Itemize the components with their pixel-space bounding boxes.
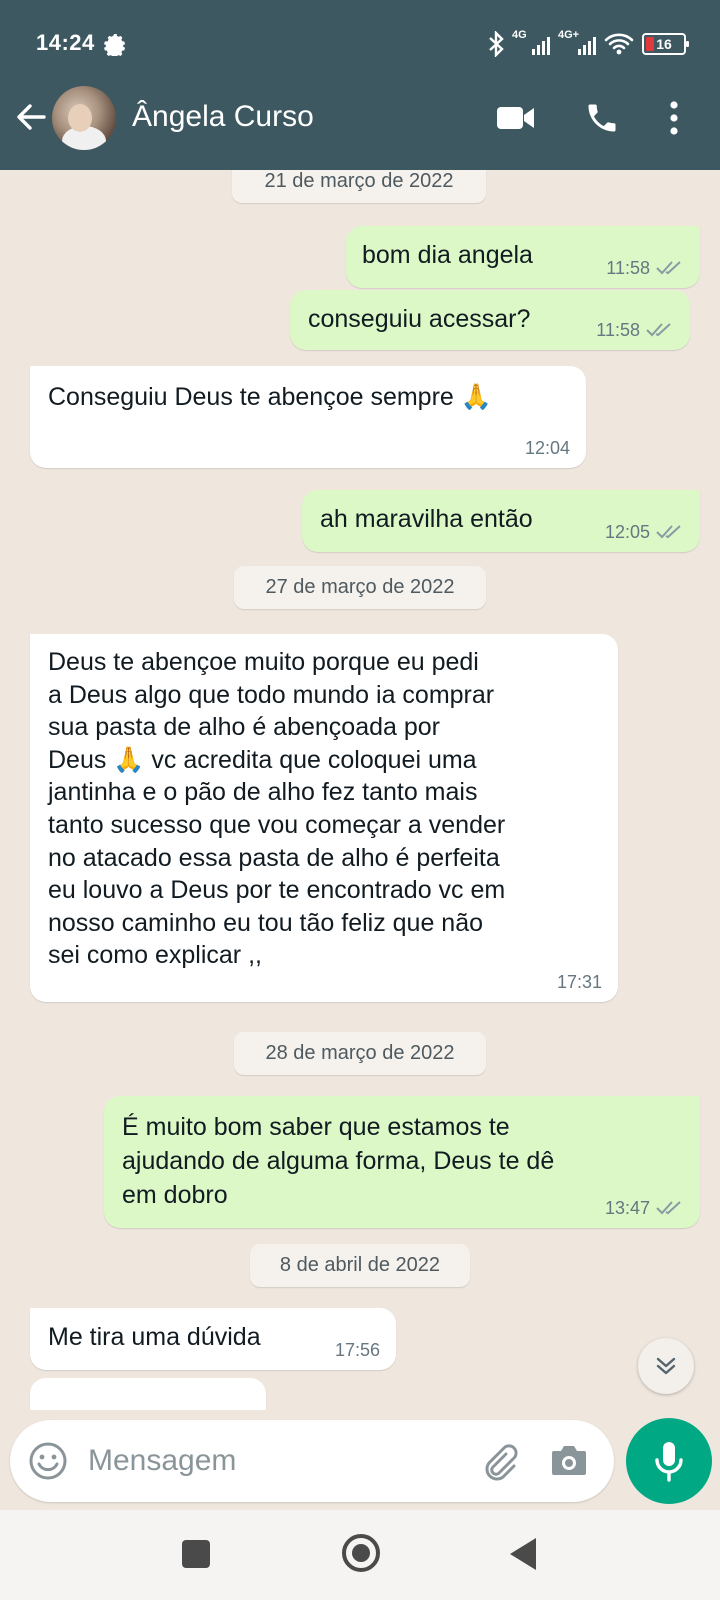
message-line: É muito bom saber que estamos te	[122, 1113, 510, 1141]
message-line: em dobro	[122, 1181, 228, 1209]
double-check-icon	[656, 261, 681, 275]
message-line: ajudando de alguma forma, Deus te dê	[122, 1147, 555, 1175]
chat-header: 14:24 4G 4G+ 16 Ângela Curso	[0, 0, 720, 170]
message-time: 11:58	[606, 258, 650, 278]
message-list[interactable]: 21 de março de 2022 bom dia angela 11:58…	[0, 170, 720, 1410]
emoji-icon[interactable]	[28, 1441, 68, 1481]
message-meta: 11:58	[606, 258, 684, 278]
signal-icon-2: 4G+	[558, 29, 596, 55]
status-time: 14:24	[36, 30, 95, 55]
message-line: no atacado essa pasta de alho é perfeita	[48, 843, 500, 872]
battery-icon: 16	[642, 33, 689, 55]
bluetooth-icon	[489, 31, 504, 57]
camera-icon[interactable]	[550, 1442, 588, 1478]
message-line: nosso caminho eu tou tão feliz que não	[48, 908, 484, 937]
system-icons: 4G 4G+ 16	[488, 29, 689, 58]
more-options-icon[interactable]	[668, 100, 680, 136]
message-composer	[10, 1420, 614, 1502]
message-input[interactable]	[88, 1436, 468, 1486]
message-line: Deus te abençoe muito porque eu pedi	[48, 648, 479, 676]
message-line: tanto sucesso que vou começar a vender	[48, 810, 506, 839]
phone-icon[interactable]	[584, 100, 620, 136]
avatar[interactable]	[52, 86, 116, 150]
message-line: eu louvo a Deus por te encontrado vc em	[48, 876, 506, 905]
signal-icon: 4G	[512, 29, 550, 55]
message-meta: 11:58	[596, 320, 674, 340]
date-separator: 8 de abril de 2022	[250, 1244, 470, 1287]
message-text: Me tira uma dúvida	[48, 1323, 261, 1351]
microphone-button[interactable]	[626, 1418, 712, 1504]
status-bar: 14:24 4G 4G+ 16	[0, 0, 720, 88]
message-incoming[interactable]: Me tira uma dúvida 17:56	[30, 1308, 396, 1370]
scroll-to-bottom-button[interactable]	[638, 1338, 694, 1394]
message-incoming[interactable]: Conseguiu Deus te abençoe sempre 🙏 12:04	[30, 366, 586, 468]
message-line: sei como explicar ,,	[48, 941, 262, 970]
double-check-icon	[656, 525, 681, 539]
message-meta: 12:04	[525, 438, 570, 458]
network-type-1: 4G	[512, 29, 527, 41]
message-time: 17:31	[556, 972, 602, 992]
message-line: a Deus algo que todo mundo ia comprar	[48, 680, 495, 709]
date-separator: 28 de março de 2022	[234, 1032, 486, 1075]
home-button[interactable]	[342, 1534, 380, 1572]
back-arrow-icon[interactable]	[14, 100, 48, 134]
microphone-icon	[655, 1442, 683, 1482]
message-time: 12:05	[604, 522, 650, 542]
chevron-double-down-icon	[656, 1357, 676, 1375]
network-type-2: 4G+	[558, 29, 580, 41]
message-meta: 17:56	[335, 1340, 380, 1360]
message-line: sua pasta de alho é abençoada por	[48, 713, 440, 742]
double-check-icon	[646, 323, 671, 337]
wifi-icon	[604, 33, 634, 55]
system-navigation-bar	[0, 1510, 720, 1600]
video-call-icon[interactable]	[496, 104, 536, 132]
message-line: Deus 🙏 vc acredita que coloquei uma	[48, 745, 477, 774]
message-line: jantinha e o pão de alho fez tanto mais	[48, 778, 478, 807]
message-meta: 12:05	[605, 522, 684, 542]
double-check-icon	[656, 1201, 681, 1215]
date-separator: 21 de março de 2022	[232, 170, 486, 203]
message-time: 12:04	[524, 438, 570, 458]
attachment-icon[interactable]	[478, 1440, 520, 1482]
message-outgoing[interactable]: É muito bom saber que estamos te ajudand…	[104, 1096, 700, 1228]
message-time: 17:56	[334, 1340, 380, 1360]
message-outgoing[interactable]: ah maravilha então 12:05	[302, 490, 700, 552]
recent-apps-button[interactable]	[182, 1540, 210, 1568]
message-time: 13:47	[604, 1198, 650, 1218]
date-separator: 27 de março de 2022	[234, 566, 486, 609]
message-text: Conseguiu Deus te abençoe sempre 🙏	[48, 383, 492, 411]
contact-name[interactable]: Ângela Curso	[132, 100, 314, 134]
system-back-button[interactable]	[510, 1538, 536, 1570]
message-meta: 13:47	[605, 1198, 684, 1218]
message-outgoing[interactable]: conseguiu acessar? 11:58	[290, 290, 690, 350]
message-meta: 17:31	[557, 972, 602, 992]
battery-level: 16	[656, 36, 672, 52]
gear-icon	[104, 34, 126, 56]
message-time: 11:58	[596, 320, 640, 340]
message-outgoing[interactable]: bom dia angela 11:58	[346, 226, 700, 288]
message-incoming-partial[interactable]	[30, 1378, 266, 1410]
message-incoming[interactable]: Deus te abençoe muito porque eu pedi a D…	[30, 634, 618, 1002]
